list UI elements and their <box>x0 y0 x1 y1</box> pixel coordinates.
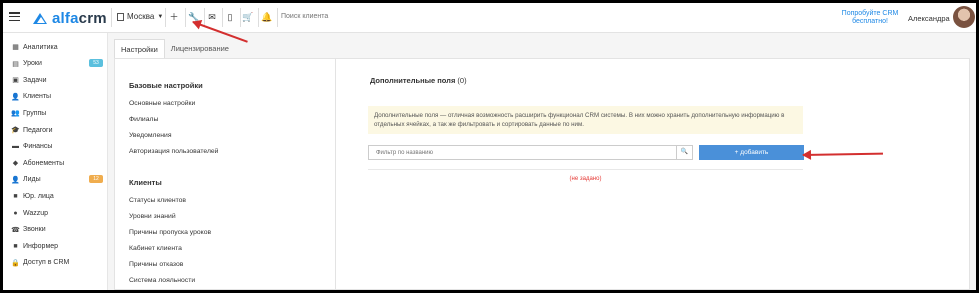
mail-icon[interactable]: ✉ <box>206 11 218 23</box>
user-icon: 👤 <box>11 93 20 101</box>
divider <box>277 8 278 27</box>
search-input[interactable] <box>281 13 431 20</box>
tab-licensing[interactable]: Лицензирование <box>165 39 235 58</box>
sidebar-item-label: Абонементы <box>23 159 65 167</box>
sidebar-item[interactable]: ▬ Финансы <box>11 141 105 153</box>
app-window: alfacrm Москва ▼ ＋ 🔧 ✉ ▯ 🛒 🔔 Попробуйте … <box>0 0 979 293</box>
user-name[interactable]: Александра <box>908 14 950 23</box>
custom-fields-section: Дополнительные поля (0) Дополнительные п… <box>336 59 969 289</box>
calendar-icon: ▤ <box>12 60 19 68</box>
sidebar-item[interactable]: ■ Информер <box>11 240 105 252</box>
divider <box>222 8 223 27</box>
nav-link-notifications[interactable]: Уведомления <box>129 132 172 139</box>
sidebar-item[interactable]: ▣ Задачи <box>11 74 105 86</box>
divider <box>111 8 112 27</box>
section-heading-clients: Клиенты <box>129 178 162 187</box>
nav-link-refusal-reasons[interactable]: Причины отказов <box>129 261 183 268</box>
sidebar-item[interactable]: 👤 Клиенты <box>11 91 105 103</box>
divider <box>185 8 186 27</box>
count-badge: 53 <box>89 58 103 67</box>
sidebar-item-label: Уроки <box>23 60 42 68</box>
sidebar-item-label: Юр. лица <box>23 192 54 200</box>
filter-input[interactable] <box>368 145 677 160</box>
sidebar-item-label: Педагоги <box>23 126 53 134</box>
fields-count: (0) <box>457 76 467 85</box>
caret-down-icon: ▼ <box>157 13 164 20</box>
logo[interactable]: alfacrm <box>33 9 107 27</box>
chart-icon: ▦ <box>12 44 19 51</box>
nav-link-branches[interactable]: Филиалы <box>129 116 158 123</box>
info-alert: Дополнительные поля — отличная возможнос… <box>368 106 803 134</box>
sidebar-item[interactable]: ▤ Уроки 53 <box>11 58 105 70</box>
graduation-cap-icon: 🎓 <box>11 127 20 134</box>
page-title: Дополнительные поля (0) <box>370 76 467 85</box>
nav-link-loyalty-system[interactable]: Система лояльности <box>129 277 195 284</box>
add-button[interactable]: + добавить <box>699 145 804 160</box>
sidebar-item[interactable]: ■ Юр. лица <box>11 190 105 202</box>
promo-link[interactable]: Попробуйте CRM бесплатно! <box>839 10 901 26</box>
search-icon[interactable]: 🔍 <box>677 145 693 160</box>
count-badge: 12 <box>89 174 103 183</box>
cart-icon[interactable]: 🛒 <box>242 11 254 23</box>
nav-link-absence-reasons[interactable]: Причины пропуска уроков <box>129 229 211 236</box>
sidebar-item[interactable]: ▦ Аналитика <box>11 41 105 53</box>
phone-icon[interactable]: ▯ <box>224 11 236 23</box>
tab-settings[interactable]: Настройки <box>114 39 165 58</box>
nav-link-basic-settings[interactable]: Основные настройки <box>129 100 195 107</box>
users-icon: 👥 <box>11 110 20 118</box>
sidebar-item[interactable]: ◆ Абонементы <box>11 157 105 169</box>
tasks-icon: ▣ <box>12 77 19 85</box>
sidebar-item-label: Доступ в CRM <box>23 259 70 267</box>
content-area: Настройки Лицензирование Базовые настрой… <box>107 33 976 290</box>
branch-label: Москва <box>127 12 155 21</box>
sidebar-item-label: Группы <box>23 109 47 117</box>
divider <box>258 8 259 27</box>
phone-icon: ☎ <box>11 226 20 234</box>
page-title-text: Дополнительные поля <box>370 76 456 85</box>
informer-icon: ■ <box>13 242 18 250</box>
sidebar-item[interactable]: 🎓 Педагоги <box>11 124 105 136</box>
user-plus-icon: 👤 <box>11 176 20 184</box>
sidebar-item-label: Лиды <box>23 176 41 184</box>
nav-link-client-statuses[interactable]: Статусы клиентов <box>129 197 186 204</box>
nav-link-client-cabinet[interactable]: Кабинет клиента <box>129 245 182 252</box>
sidebar-item-label: Аналитика <box>23 43 58 51</box>
whatsapp-icon: ● <box>13 209 18 217</box>
briefcase-icon: ■ <box>13 192 18 200</box>
sidebar-item[interactable]: 🔒 Доступ в CRM <box>11 257 105 269</box>
avatar[interactable] <box>953 6 975 28</box>
logo-icon <box>33 12 48 24</box>
sidebar-item-label: Звонки <box>23 226 46 234</box>
empty-state-text: (не задано) <box>569 176 602 182</box>
settings-panel: Базовые настройки Основные настройки Фил… <box>114 58 970 290</box>
top-bar: alfacrm Москва ▼ ＋ 🔧 ✉ ▯ 🛒 🔔 Попробуйте … <box>3 3 976 33</box>
menu-icon[interactable] <box>9 12 20 22</box>
tabs: Настройки Лицензирование <box>114 39 235 58</box>
settings-nav: Базовые настройки Основные настройки Фил… <box>115 59 336 289</box>
sidebar-item-label: Финансы <box>23 143 53 151</box>
money-icon: ▬ <box>12 143 19 151</box>
divider <box>368 169 803 170</box>
lock-icon: 🔒 <box>11 259 20 267</box>
nav-link-knowledge-levels[interactable]: Уровни знаний <box>129 213 176 220</box>
section-heading-basic: Базовые настройки <box>129 81 203 90</box>
sidebar-item-label: Клиенты <box>23 93 52 101</box>
logo-text: alfacrm <box>52 9 107 27</box>
sidebar-item[interactable]: 👤 Лиды 12 <box>11 174 105 186</box>
sidebar: ▦ Аналитика ▤ Уроки 53 ▣ Задачи 👤 Клиенты 👥 Группы… <box>3 33 107 290</box>
building-icon <box>117 12 124 21</box>
plus-icon[interactable]: ＋ <box>168 11 180 23</box>
sidebar-item[interactable]: ☎ Звонки <box>11 224 105 236</box>
nav-link-user-auth[interactable]: Авторизация пользователей <box>129 148 218 155</box>
divider <box>165 8 166 27</box>
sidebar-item-label: Wazzup <box>23 209 49 217</box>
branch-selector[interactable]: Москва ▼ <box>117 12 163 21</box>
sidebar-item[interactable]: 👥 Группы <box>11 107 105 119</box>
bell-icon[interactable]: 🔔 <box>261 11 273 23</box>
sidebar-item[interactable]: ● Wazzup <box>11 207 105 219</box>
sidebar-item-label: Задачи <box>23 76 47 84</box>
divider <box>240 8 241 27</box>
tag-icon: ◆ <box>12 160 19 168</box>
sidebar-item-label: Информер <box>23 242 59 250</box>
